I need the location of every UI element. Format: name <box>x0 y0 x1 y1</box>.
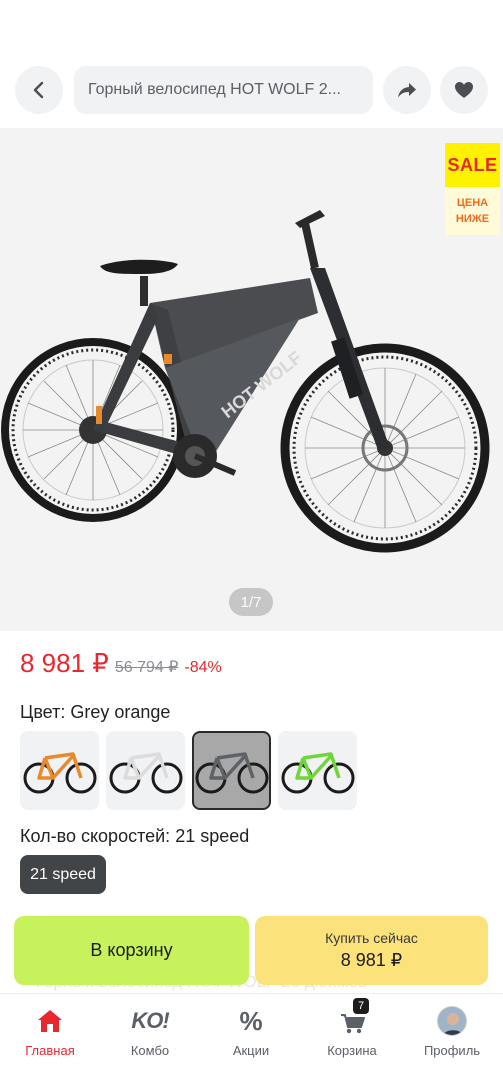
nav-label-profile: Профиль <box>423 1043 481 1058</box>
sale-badge-line1: ЦЕНА <box>456 197 489 209</box>
bottom-nav: Главная KO! Комбо % Акции 7 Корзина Проф… <box>0 993 503 1090</box>
bike-thumbnail-grey <box>195 751 268 793</box>
bike-thumbnail-green <box>281 751 354 793</box>
nav-item-combo[interactable]: KO! Комбо <box>100 994 200 1062</box>
discount-percent: -84% <box>184 659 222 676</box>
product-image-gallery[interactable]: HOT WOLF SALE ЦЕНА НИЖЕ 1/7 <box>0 128 503 631</box>
sale-badge: SALE ЦЕНА НИЖЕ <box>445 143 500 235</box>
buy-now-price: 8 981 ₽ <box>340 950 403 970</box>
current-price: 8 981 ₽ <box>20 648 109 678</box>
top-bar: Горный велосипед HOT WOLF 2... <box>0 62 503 118</box>
speed-option-21[interactable]: 21 speed <box>20 855 106 894</box>
percent-icon: % <box>234 1004 268 1038</box>
avatar <box>437 1006 467 1036</box>
nav-item-home[interactable]: Главная <box>0 994 100 1062</box>
avatar-icon <box>435 1004 469 1038</box>
favorite-button[interactable] <box>440 66 488 114</box>
nav-label-home: Главная <box>25 1043 75 1058</box>
nav-label-cart: Корзина <box>327 1043 377 1058</box>
buy-now-label: Купить сейчас <box>325 930 418 946</box>
ko-logo-text: KO! <box>131 1008 169 1033</box>
color-swatches <box>20 731 357 810</box>
sale-badge-line2: НИЖЕ <box>455 213 490 225</box>
product-title: Горный велосипед HOT WOLF 2... <box>88 81 341 98</box>
old-price: 56 794 ₽ <box>114 659 179 676</box>
ko-logo-icon: KO! <box>123 1004 177 1038</box>
cart-icon: 7 <box>335 998 369 1038</box>
sale-badge-top: SALE <box>445 143 500 187</box>
speed-label: Кол-во скоростей: 21 speed <box>20 826 250 846</box>
nav-label-combo: Комбо <box>130 1043 170 1058</box>
bike-image: HOT WOLF <box>1 210 490 553</box>
percent-glyph: % <box>239 1005 263 1036</box>
color-swatch-orange[interactable] <box>20 731 99 810</box>
buy-now-button[interactable]: Купить сейчас 8 981 ₽ <box>255 916 488 985</box>
share-button[interactable] <box>383 66 431 114</box>
nav-item-profile[interactable]: Профиль <box>402 994 502 1062</box>
color-swatch-white[interactable] <box>106 731 185 810</box>
price-row: 8 981 ₽ 56 794 ₽ -84% <box>20 648 222 679</box>
bike-thumbnail-white <box>109 751 182 793</box>
color-swatch-green[interactable] <box>278 731 357 810</box>
chevron-left-icon <box>33 81 44 99</box>
image-counter: 1/7 <box>229 588 273 616</box>
home-icon <box>33 1004 67 1038</box>
product-title-field[interactable]: Горный велосипед HOT WOLF 2... <box>74 66 373 114</box>
add-to-cart-button[interactable]: В корзину <box>14 916 249 985</box>
color-swatch-grey[interactable] <box>192 731 271 810</box>
bike-thumbnail-orange <box>23 751 96 793</box>
sale-badge-bottom: ЦЕНА НИЖЕ <box>445 187 500 235</box>
nav-label-promotions: Акции <box>232 1043 270 1058</box>
nav-item-cart[interactable]: 7 Корзина <box>302 994 402 1062</box>
cart-count-badge: 7 <box>353 998 369 1014</box>
heart-icon <box>455 82 473 98</box>
color-label: Цвет: Grey orange <box>20 702 171 722</box>
share-arrow-icon <box>398 83 416 98</box>
nav-item-promotions[interactable]: % Акции <box>201 994 301 1062</box>
back-button[interactable] <box>15 66 63 114</box>
